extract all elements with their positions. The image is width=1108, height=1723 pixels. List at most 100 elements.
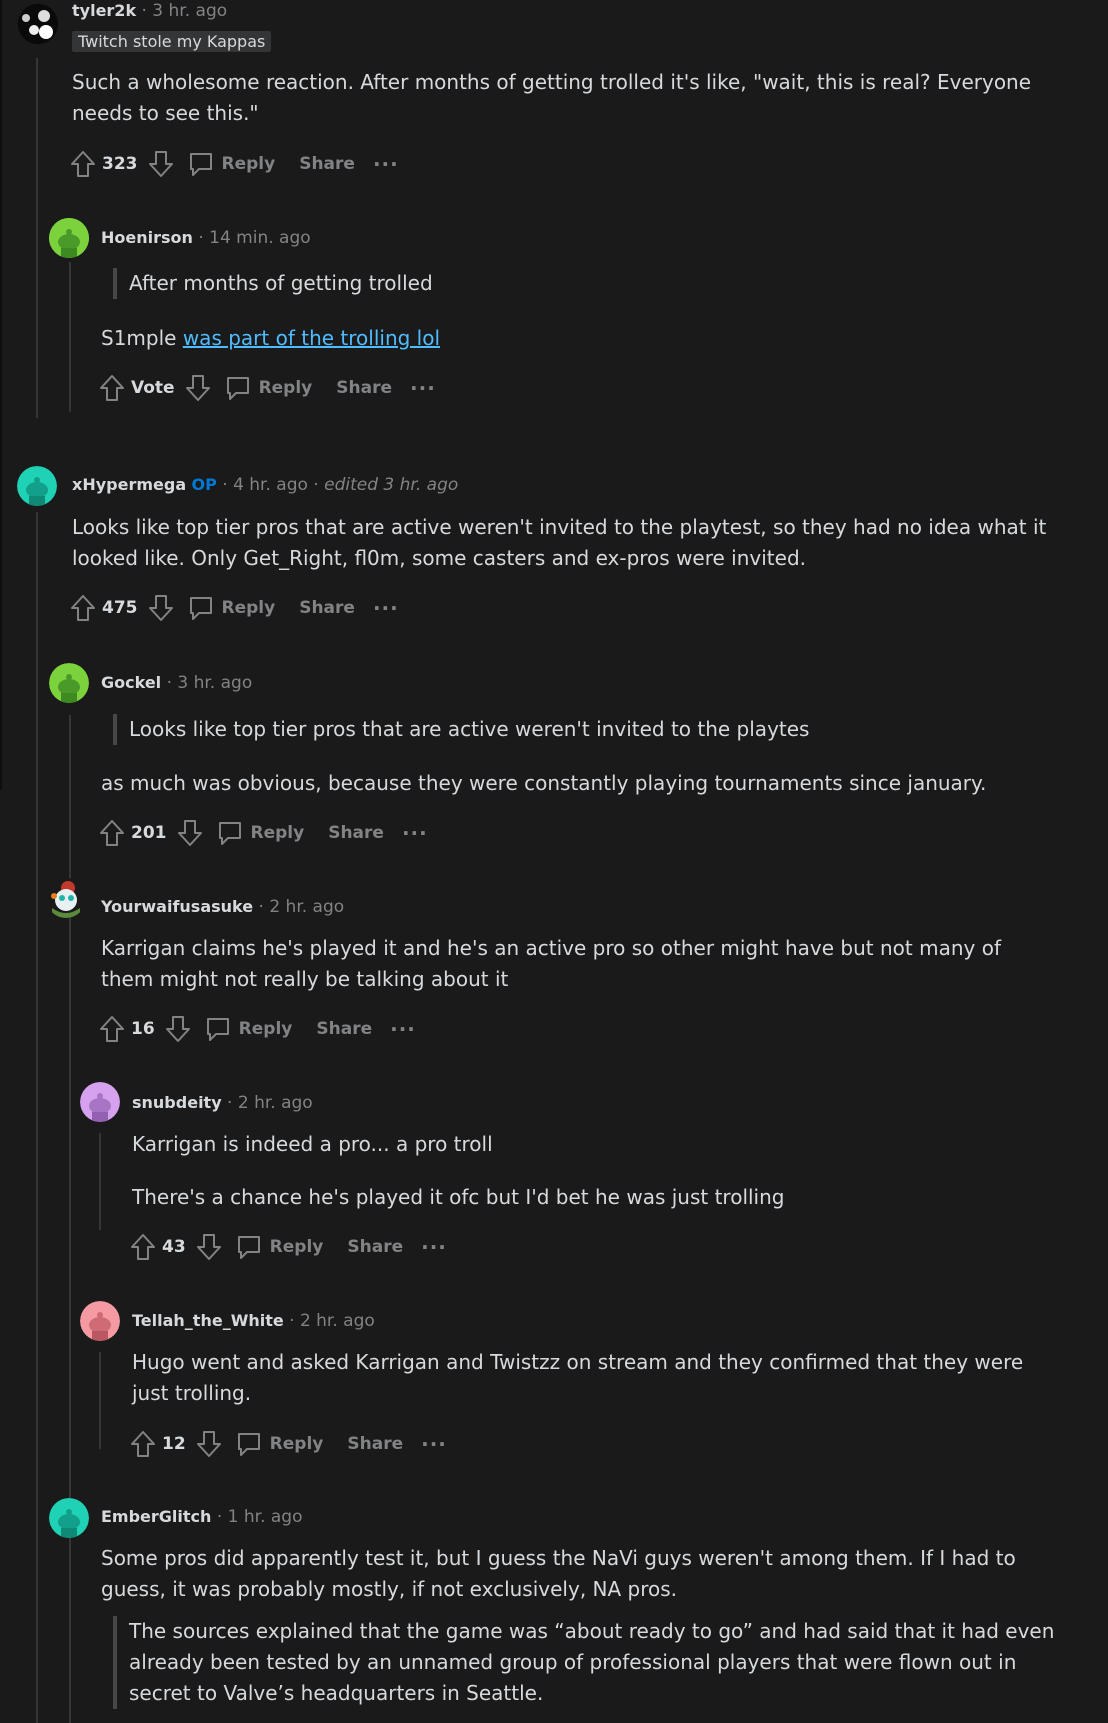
- more-icon[interactable]: ···: [421, 1235, 447, 1259]
- blockquote: The sources explained that the game was …: [113, 1616, 1054, 1709]
- comment-icon[interactable]: [203, 1013, 233, 1045]
- separator: ·: [313, 475, 319, 495]
- upvote-icon[interactable]: [97, 1013, 127, 1045]
- comment-link[interactable]: was part of the trolling lol: [183, 326, 440, 350]
- more-icon[interactable]: ···: [402, 821, 428, 845]
- thread-line[interactable]: [99, 1133, 101, 1230]
- downvote-icon[interactable]: [175, 817, 205, 849]
- share-button[interactable]: Share: [299, 154, 355, 174]
- comment-icon[interactable]: [223, 372, 253, 404]
- timestamp[interactable]: 2 hr. ago: [238, 1093, 313, 1113]
- share-button[interactable]: Share: [336, 378, 392, 398]
- more-icon[interactable]: ···: [410, 376, 436, 400]
- username-link[interactable]: tyler2k: [72, 1, 136, 20]
- username-link[interactable]: Gockel: [101, 673, 161, 692]
- downvote-icon[interactable]: [194, 1231, 224, 1263]
- thread-line[interactable]: [69, 262, 71, 412]
- downvote-icon[interactable]: [146, 148, 176, 180]
- upvote-icon[interactable]: [97, 372, 127, 404]
- vote-score: 201: [131, 823, 167, 843]
- more-icon[interactable]: ···: [421, 1432, 447, 1456]
- custom-avatar-icon: [46, 878, 86, 918]
- username-link[interactable]: Hoenirson: [101, 228, 193, 247]
- comment-body: Karrigan claims he's played it and he's …: [101, 933, 1001, 995]
- avatar[interactable]: [17, 466, 57, 506]
- share-button[interactable]: Share: [347, 1237, 403, 1257]
- comment-actions: 16 Reply Share ···: [97, 1013, 416, 1045]
- upvote-icon[interactable]: [68, 592, 98, 624]
- thread-line[interactable]: [36, 58, 38, 418]
- username-link[interactable]: xHypermega: [72, 475, 186, 494]
- reply-button[interactable]: Reply: [270, 1237, 324, 1257]
- share-button[interactable]: Share: [347, 1434, 403, 1454]
- share-button[interactable]: Share: [299, 598, 355, 618]
- thread-line[interactable]: [36, 512, 38, 1723]
- comment-body: Hugo went and asked Karrigan and Twistzz…: [132, 1347, 1023, 1409]
- timestamp[interactable]: 2 hr. ago: [300, 1311, 375, 1331]
- downvote-icon[interactable]: [146, 592, 176, 624]
- comment-meta: Yourwaifusasuke · 2 hr. ago: [101, 897, 344, 917]
- avatar[interactable]: [49, 1498, 89, 1538]
- comment-icon[interactable]: [186, 148, 216, 180]
- timestamp[interactable]: 4 hr. ago: [233, 475, 308, 495]
- comment-icon[interactable]: [234, 1231, 264, 1263]
- snoo-avatar-icon: [80, 1082, 120, 1122]
- upvote-icon[interactable]: [97, 817, 127, 849]
- vote-score: 16: [131, 1019, 155, 1039]
- avatar[interactable]: [80, 1082, 120, 1122]
- reply-button[interactable]: Reply: [222, 154, 276, 174]
- reply-button[interactable]: Reply: [259, 378, 313, 398]
- reply-button[interactable]: Reply: [270, 1434, 324, 1454]
- comment-body: Looks like top tier pros that are active…: [72, 512, 1046, 574]
- comment-meta: xHypermega OP · 4 hr. ago · edited 3 hr.…: [72, 475, 458, 495]
- user-avatar-icon: [18, 4, 58, 44]
- username-link[interactable]: Yourwaifusasuke: [101, 897, 253, 916]
- share-button[interactable]: Share: [316, 1019, 372, 1039]
- comment-icon[interactable]: [234, 1428, 264, 1460]
- more-icon[interactable]: ···: [373, 152, 399, 176]
- username-link[interactable]: Tellah_the_White: [132, 1311, 284, 1330]
- vote-score: Vote: [131, 378, 175, 398]
- op-badge: OP: [191, 475, 217, 494]
- avatar[interactable]: [49, 218, 89, 258]
- comment-body: Some pros did apparently test it, but I …: [101, 1543, 1016, 1605]
- reply-button[interactable]: Reply: [222, 598, 276, 618]
- comment-line: Looks like top tier pros that are active…: [72, 515, 1047, 539]
- blockquote: Looks like top tier pros that are active…: [113, 714, 809, 745]
- share-button[interactable]: Share: [328, 823, 384, 843]
- avatar[interactable]: [80, 1301, 120, 1341]
- quote-line: already been tested by an unnamed group …: [129, 1650, 1017, 1674]
- timestamp[interactable]: 1 hr. ago: [228, 1507, 303, 1527]
- upvote-icon[interactable]: [68, 148, 98, 180]
- username-link[interactable]: snubdeity: [132, 1093, 222, 1112]
- timestamp[interactable]: 14 min. ago: [209, 228, 311, 248]
- more-icon[interactable]: ···: [390, 1017, 416, 1041]
- comment-icon[interactable]: [215, 817, 245, 849]
- comment-meta: Hoenirson · 14 min. ago: [101, 228, 311, 248]
- quote-line: secret to Valve’s headquarters in Seattl…: [129, 1681, 544, 1705]
- snoo-avatar-icon: [80, 1301, 120, 1341]
- upvote-icon[interactable]: [128, 1428, 158, 1460]
- timestamp[interactable]: 2 hr. ago: [269, 897, 344, 917]
- downvote-icon[interactable]: [163, 1013, 193, 1045]
- downvote-icon[interactable]: [194, 1428, 224, 1460]
- comment-body: as much was obvious, because they were c…: [101, 771, 987, 795]
- comment-icon[interactable]: [186, 592, 216, 624]
- downvote-icon[interactable]: [183, 372, 213, 404]
- reply-button[interactable]: Reply: [251, 823, 305, 843]
- timestamp[interactable]: 3 hr. ago: [177, 673, 252, 693]
- avatar[interactable]: [46, 878, 86, 918]
- avatar[interactable]: [18, 4, 58, 44]
- comment-meta: EmberGlitch · 1 hr. ago: [101, 1507, 302, 1527]
- separator: ·: [198, 228, 204, 248]
- snoo-avatar-icon: [49, 1498, 89, 1538]
- thread-line[interactable]: [99, 1352, 101, 1449]
- reply-button[interactable]: Reply: [239, 1019, 293, 1039]
- more-icon[interactable]: ···: [373, 596, 399, 620]
- comment-body: S1mple was part of the trolling lol: [101, 323, 440, 354]
- thread-line[interactable]: [69, 1550, 71, 1723]
- timestamp[interactable]: 3 hr. ago: [152, 1, 227, 21]
- upvote-icon[interactable]: [128, 1231, 158, 1263]
- username-link[interactable]: EmberGlitch: [101, 1507, 211, 1526]
- avatar[interactable]: [49, 663, 89, 703]
